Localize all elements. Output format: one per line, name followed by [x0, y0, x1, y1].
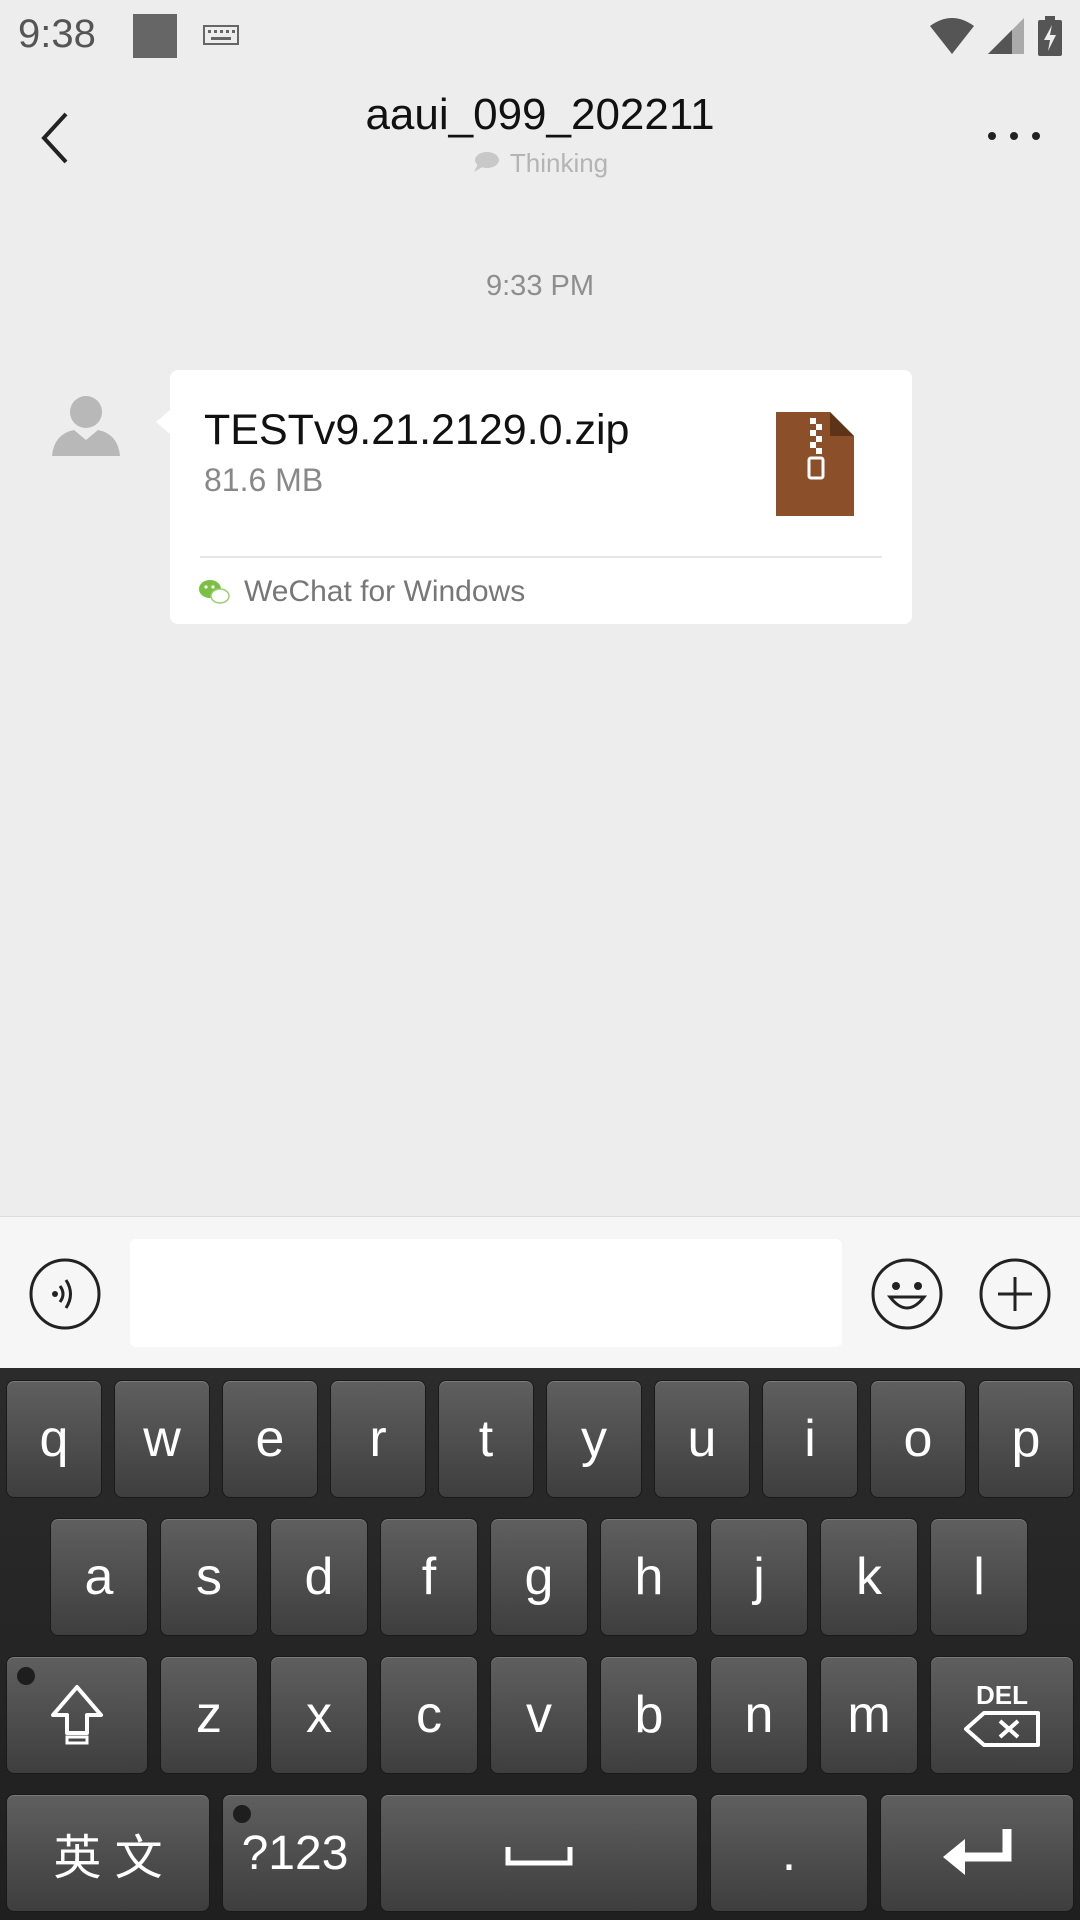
message-input-bar [0, 1216, 1080, 1368]
key-j[interactable]: j [710, 1518, 808, 1636]
key-g[interactable]: g [490, 1518, 588, 1636]
bubble-tail [156, 410, 170, 434]
backspace-icon [964, 1711, 1040, 1747]
emoji-icon[interactable] [870, 1257, 944, 1331]
key-i[interactable]: i [762, 1380, 858, 1498]
wifi-icon [930, 18, 974, 54]
source-label: WeChat for Windows [244, 575, 526, 608]
key-z[interactable]: z [160, 1656, 258, 1774]
key-m[interactable]: m [820, 1656, 918, 1774]
key-n[interactable]: n [710, 1656, 808, 1774]
voice-input-icon[interactable] [28, 1257, 102, 1331]
status-bar: 9:38 [0, 0, 1080, 76]
key-a[interactable]: a [50, 1518, 148, 1636]
wechat-icon [199, 580, 230, 604]
delete-key-label: DEL [976, 1680, 1028, 1710]
symbols-key-label: ?123 [241, 1826, 349, 1880]
chat-status: Thinking [0, 148, 1080, 179]
key-l[interactable]: l [930, 1518, 1028, 1636]
key-x[interactable]: x [270, 1656, 368, 1774]
space-key[interactable] [380, 1794, 698, 1912]
shift-key[interactable] [6, 1656, 148, 1774]
shift-arrow-icon [51, 1685, 103, 1745]
keyboard-status-icon [203, 25, 239, 45]
thinking-bubble-icon [473, 152, 499, 172]
file-size: 81.6 MB [204, 462, 324, 498]
message-input[interactable] [130, 1239, 842, 1347]
file-message-card[interactable]: TESTv9.21.2129.0.zip 81.6 MB WeChat for … [156, 370, 912, 624]
chat-status-text: Thinking [509, 148, 609, 178]
battery-icon [1038, 16, 1062, 56]
more-options-icon[interactable] [982, 116, 1046, 156]
plus-icon[interactable] [978, 1257, 1052, 1331]
symbols-key[interactable]: ?123 [222, 1794, 368, 1912]
key-f[interactable]: f [380, 1518, 478, 1636]
key-v[interactable]: v [490, 1656, 588, 1774]
enter-arrow-icon [943, 1829, 1012, 1875]
notification-square-icon [133, 14, 177, 58]
soft-keyboard: q w e r t y u i o p a s d f g h j k l z … [0, 1368, 1080, 1920]
key-q[interactable]: q [6, 1380, 102, 1498]
chat-title: aaui_099_202211 [365, 90, 715, 139]
message-source: WeChat for Windows [198, 574, 525, 610]
zip-file-icon [776, 412, 854, 516]
message-timestamp: 9:33 PM [486, 270, 594, 302]
key-indicator-dot [17, 1667, 35, 1685]
key-u[interactable]: u [654, 1380, 750, 1498]
language-key[interactable]: 英 文 [6, 1794, 210, 1912]
contact-avatar[interactable] [48, 388, 124, 464]
key-c[interactable]: c [380, 1656, 478, 1774]
space-bar-icon [505, 1847, 573, 1866]
key-indicator-dot [233, 1805, 251, 1823]
key-r[interactable]: r [330, 1380, 426, 1498]
key-t[interactable]: t [438, 1380, 534, 1498]
enter-key[interactable] [880, 1794, 1074, 1912]
card-divider [200, 556, 882, 558]
key-s[interactable]: s [160, 1518, 258, 1636]
key-d[interactable]: d [270, 1518, 368, 1636]
key-b[interactable]: b [600, 1656, 698, 1774]
chat-header: aaui_099_202211 Thinking [0, 76, 1080, 194]
key-e[interactable]: e [222, 1380, 318, 1498]
key-o[interactable]: o [870, 1380, 966, 1498]
status-time: 9:38 [18, 12, 96, 56]
key-h[interactable]: h [600, 1518, 698, 1636]
key-p[interactable]: p [978, 1380, 1074, 1498]
key-k[interactable]: k [820, 1518, 918, 1636]
key-w[interactable]: w [114, 1380, 210, 1498]
signal-icon [988, 18, 1024, 54]
key-y[interactable]: y [546, 1380, 642, 1498]
file-name: TESTv9.21.2129.0.zip [204, 406, 630, 454]
delete-key[interactable]: DEL [930, 1656, 1074, 1774]
period-key[interactable]: . [710, 1794, 868, 1912]
